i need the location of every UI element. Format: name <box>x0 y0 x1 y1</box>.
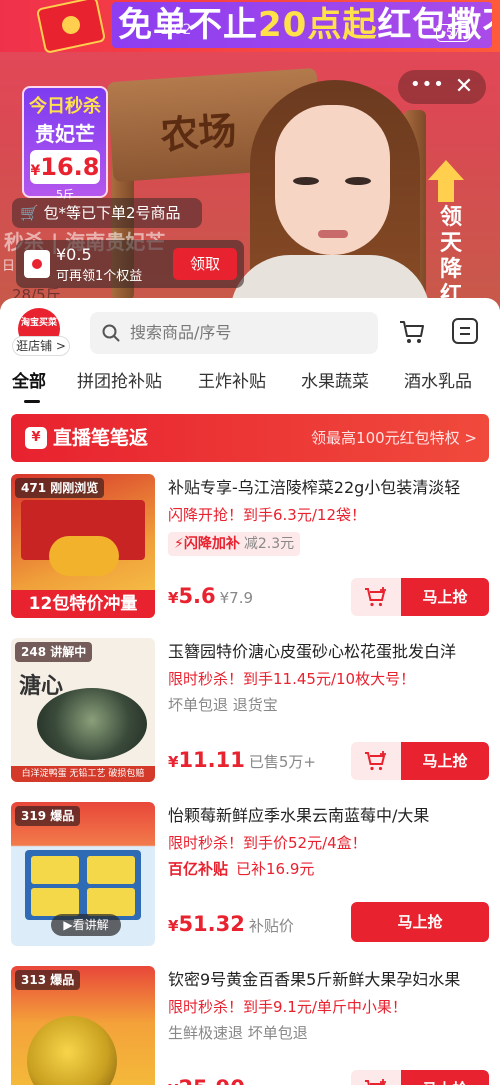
product-image[interactable]: 溏心 白洋淀鸭蛋 无铅工艺 破损包赔 248 讲解中 <box>11 638 155 782</box>
product-card[interactable]: 12包特价冲量 471 刚刚浏览 补贴专享-乌江涪陵榨菜22g小包装清淡轻 闪降… <box>0 474 500 634</box>
explaining-badge: 248 讲解中 <box>15 642 93 662</box>
product-image[interactable]: 313 爆品 <box>11 966 155 1085</box>
watch-explanation-button[interactable]: ▶看讲解 <box>51 914 121 936</box>
search-input[interactable]: 搜索商品/序号 <box>90 312 378 354</box>
more-icon[interactable]: ••• <box>410 76 444 95</box>
live-video[interactable]: 免单不止20点起红包撒不停 1:02 57 农场 今日秒杀 贵妃芒 ¥16.8 … <box>0 0 500 310</box>
service-tags: 坏单包退 退货宝 <box>168 696 278 714</box>
promo-banner[interactable]: 免单不止20点起红包撒不停 <box>0 0 500 54</box>
buy-now-button[interactable]: 马上抢 <box>401 742 489 780</box>
side-caption: 日 <box>2 259 16 274</box>
product-title: 玉簪园特价溏心皮蛋砂心松花蛋批发白洋 <box>168 642 457 661</box>
battery-indicator: 57 <box>436 24 470 42</box>
status-time: 1:02 <box>160 22 192 38</box>
tab-super-subsidy[interactable]: 王炸补贴 <box>198 368 266 396</box>
add-to-cart-button[interactable] <box>351 742 401 780</box>
tab-fruit-veg[interactable]: 水果蔬菜 <box>301 368 369 396</box>
red-envelope-icon <box>35 0 107 54</box>
category-tabs: 全部 拼团抢补贴 王炸补贴 水果蔬菜 酒水乳品 <box>0 368 500 403</box>
product-promo: 限时秒杀！到手价52元/4盒！ <box>168 834 367 852</box>
hot-item-badge: 319 爆品 <box>15 806 81 826</box>
add-cart-icon <box>365 1079 386 1085</box>
add-to-cart-button[interactable] <box>351 1070 401 1085</box>
product-title: 怡颗莓新鲜应季水果云南蓝莓中/大果 <box>168 806 430 825</box>
product-card[interactable]: 溏心 白洋淀鸭蛋 无铅工艺 破损包赔 248 讲解中 玉簪园特价溏心皮蛋砂心松花… <box>0 638 500 798</box>
product-promo: 限时秒杀！到手11.45元/10枚大号！ <box>168 670 416 688</box>
product-price: ¥51.32 补贴价 <box>168 912 294 936</box>
tab-all[interactable]: 全部 <box>12 368 46 403</box>
thumb-caption: 白洋淀鸭蛋 无铅工艺 破损包赔 <box>11 766 155 782</box>
product-image[interactable]: 319 爆品 ▶看讲解 <box>11 802 155 946</box>
product-promo: 限时秒杀！到手9.1元/单斤中小果！ <box>168 998 407 1016</box>
subsidy-label: 百亿补贴 已补16.9元 <box>168 860 315 878</box>
product-card[interactable]: 319 爆品 ▶看讲解 怡颗莓新鲜应季水果云南蓝莓中/大果 限时秒杀！到手价52… <box>0 802 500 962</box>
buy-now-button[interactable]: 马上抢 <box>351 902 489 942</box>
service-tags: 生鲜极速退 坏单包退 <box>168 1024 308 1042</box>
product-card[interactable]: 313 爆品 钦密9号黄金百香果5斤新鲜大果孕妇水果 限时秒杀！到手9.1元/单… <box>0 966 500 1085</box>
product-promo: 闪降开抢！到手6.3元/12袋！ <box>168 506 366 524</box>
product-title: 补贴专享-乌江涪陵榨菜22g小包装清淡轻 <box>168 478 461 497</box>
tab-group-subsidy[interactable]: 拼团抢补贴 <box>77 368 162 396</box>
product-price: ¥5.6 ¥7.9 <box>168 584 254 608</box>
visit-shop-link[interactable]: 逛店铺 > <box>12 336 70 356</box>
shop-sheet: 淘宝买菜 逛店铺 > 搜索商品/序号 全部 拼团抢补贴 王炸补贴 水果蔬菜 酒水… <box>0 298 500 1085</box>
coupon-icon <box>24 250 50 278</box>
streamer-host <box>230 70 430 310</box>
live-cashback-banner[interactable]: ¥ 直播笔笔返 领最高100元红包特权 > <box>11 414 489 462</box>
buy-now-button[interactable]: 马上抢 <box>401 578 489 616</box>
up-arrow-icon <box>426 160 466 202</box>
menu-icon[interactable] <box>452 318 478 344</box>
cart-icon[interactable] <box>398 318 426 346</box>
buy-now-button[interactable]: 马上抢 <box>401 1070 489 1085</box>
hot-item-badge: 313 爆品 <box>15 970 81 990</box>
add-to-cart-button[interactable] <box>351 578 401 616</box>
tab-drinks-dairy[interactable]: 酒水乳品 <box>404 368 472 396</box>
add-cart-icon <box>365 751 386 771</box>
claim-coupon-button[interactable]: 领取 <box>173 248 237 280</box>
close-icon[interactable]: ✕ <box>450 73 478 101</box>
coupon-subtitle: 可再领1个权益 <box>56 269 143 284</box>
add-cart-icon <box>365 587 386 607</box>
coupon-pill[interactable]: ¥0.5 可再领1个权益 领取 <box>16 240 244 288</box>
view-count-badge: 471 刚刚浏览 <box>15 478 105 498</box>
cart-mini-icon: 🛒 <box>20 204 44 222</box>
cashback-title: 直播笔笔返 <box>53 427 149 449</box>
coupon-amount: ¥0.5 <box>56 245 92 264</box>
product-title: 钦密9号黄金百香果5斤新鲜大果孕妇水果 <box>168 970 461 989</box>
claim-red-packet-vertical[interactable]: 领天降红 <box>436 205 466 309</box>
live-controls: ••• ✕ <box>398 70 486 104</box>
yen-icon: ¥ <box>25 427 47 449</box>
product-price: ¥11.11 已售5万+ <box>168 748 316 772</box>
search-icon <box>102 324 120 342</box>
search-placeholder: 搜索商品/序号 <box>130 323 232 342</box>
order-ticker: 🛒 包*等已下单2号商品 <box>12 198 202 228</box>
thumb-caption: 12包特价冲量 <box>11 590 155 618</box>
flash-subsidy-tag: ⚡闪降加补 减2.3元 <box>168 532 301 556</box>
flash-sale-card[interactable]: 今日秒杀 贵妃芒 ¥16.8 5斤 <box>22 86 108 201</box>
product-price: ¥25.90 <box>168 1076 245 1085</box>
product-image[interactable]: 12包特价冲量 471 刚刚浏览 <box>11 474 155 618</box>
cashback-link[interactable]: 领最高100元红包特权 > <box>311 414 477 462</box>
